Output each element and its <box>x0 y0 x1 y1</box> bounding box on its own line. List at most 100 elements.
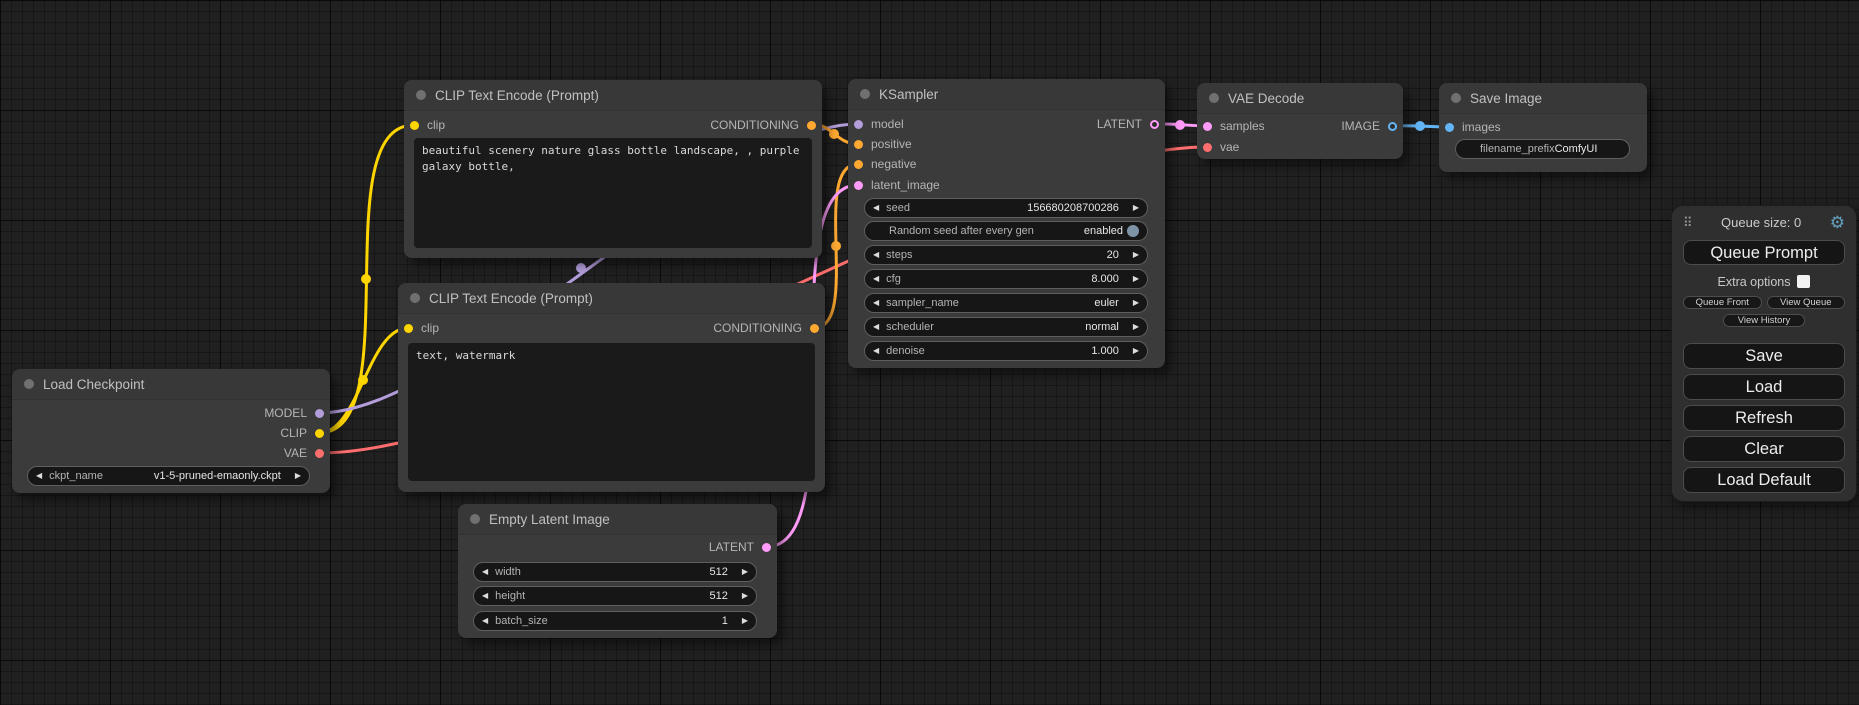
steps-widget[interactable]: ◀ steps 20 ▶ <box>864 245 1148 265</box>
view-history-button[interactable]: View History <box>1723 314 1805 327</box>
collapse-dot-icon[interactable] <box>860 89 870 99</box>
link-midpoint-dot[interactable] <box>361 274 371 284</box>
prev-value-arrow-icon[interactable]: ◀ <box>873 323 879 331</box>
next-value-arrow-icon[interactable]: ▶ <box>1133 275 1139 283</box>
load-button[interactable]: Load <box>1683 374 1845 400</box>
widget-value: enabled <box>1084 225 1123 237</box>
view-queue-button[interactable]: View Queue <box>1767 296 1846 309</box>
conditioning-output-dot[interactable] <box>810 324 819 333</box>
node-empty-latent-image[interactable]: Empty Latent Image LATENT ◀ width 512 ▶ … <box>458 504 777 638</box>
clear-button[interactable]: Clear <box>1683 436 1845 462</box>
clip-output-dot[interactable] <box>315 429 324 438</box>
random-seed-toggle-widget[interactable]: Random seed after every gen enabled <box>864 221 1148 241</box>
image-output-dot[interactable] <box>1388 122 1397 131</box>
prev-value-arrow-icon[interactable]: ◀ <box>482 617 488 625</box>
clip-input-dot[interactable] <box>410 121 419 130</box>
link-midpoint-dot[interactable] <box>1415 121 1425 131</box>
height-widget[interactable]: ◀ height 512 ▶ <box>473 586 757 606</box>
conditioning-output-dot[interactable] <box>807 121 816 130</box>
prev-value-arrow-icon[interactable]: ◀ <box>482 568 488 576</box>
collapse-dot-icon[interactable] <box>24 379 34 389</box>
queue-front-button[interactable]: Queue Front <box>1683 296 1762 309</box>
node-title-bar[interactable]: CLIP Text Encode (Prompt) <box>404 80 822 111</box>
prev-value-arrow-icon[interactable]: ◀ <box>873 251 879 259</box>
negative-prompt-textarea[interactable]: text, watermark <box>408 343 815 481</box>
drag-handle-icon[interactable]: ⠿ <box>1683 216 1693 229</box>
next-value-arrow-icon[interactable]: ▶ <box>1133 323 1139 331</box>
link-midpoint-dot[interactable] <box>576 263 586 273</box>
next-value-arrow-icon[interactable]: ▶ <box>1133 251 1139 259</box>
output-slot-image: IMAGE <box>1341 116 1397 136</box>
next-value-arrow-icon[interactable]: ▶ <box>1133 299 1139 307</box>
node-title-bar[interactable]: Save Image <box>1439 83 1647 114</box>
batch-size-widget[interactable]: ◀ batch_size 1 ▶ <box>473 611 757 631</box>
node-title-bar[interactable]: Load Checkpoint <box>12 369 330 400</box>
queue-menu-panel: ⠿ Queue size: 0 ⚙ Queue Prompt Extra opt… <box>1671 205 1857 502</box>
prev-value-arrow-icon[interactable]: ◀ <box>36 472 42 480</box>
toggle-knob-icon[interactable] <box>1127 225 1139 237</box>
save-button[interactable]: Save <box>1683 343 1845 369</box>
slot-label: vae <box>1220 140 1239 154</box>
latent-output-dot[interactable] <box>762 543 771 552</box>
node-title-bar[interactable]: KSampler <box>848 79 1165 110</box>
refresh-button[interactable]: Refresh <box>1683 405 1845 431</box>
slot-label: images <box>1462 120 1501 134</box>
node-vae-decode[interactable]: VAE Decode samples vae IMAGE <box>1197 83 1403 159</box>
next-value-arrow-icon[interactable]: ▶ <box>742 617 748 625</box>
node-save-image[interactable]: Save Image images filename_prefix ComfyU… <box>1439 83 1647 172</box>
latent-output-dot[interactable] <box>1150 120 1159 129</box>
settings-gear-icon[interactable]: ⚙ <box>1830 214 1845 231</box>
model-output-dot[interactable] <box>315 409 324 418</box>
samples-input-dot[interactable] <box>1203 122 1212 131</box>
vae-input-dot[interactable] <box>1203 143 1212 152</box>
filename-prefix-widget[interactable]: filename_prefix ComfyUI <box>1455 139 1630 159</box>
link-midpoint-dot[interactable] <box>831 241 841 251</box>
node-ksampler[interactable]: KSampler model positive negative latent_… <box>848 79 1165 368</box>
prev-value-arrow-icon[interactable]: ◀ <box>482 592 488 600</box>
ckpt-name-widget[interactable]: ◀ ckpt_name v1-5-pruned-emaonly.ckpt ▶ <box>27 466 310 486</box>
node-title-bar[interactable]: CLIP Text Encode (Prompt) <box>398 283 825 314</box>
latent-image-input-dot[interactable] <box>854 181 863 190</box>
clip-input-dot[interactable] <box>404 324 413 333</box>
node-load-checkpoint[interactable]: Load Checkpoint MODEL CLIP VAE ◀ ckpt_na… <box>12 369 330 493</box>
input-slot-model: model <box>854 114 904 134</box>
extra-options-checkbox[interactable] <box>1797 275 1810 288</box>
link-midpoint-dot[interactable] <box>829 129 839 139</box>
widget-value: 8.000 <box>1091 273 1119 285</box>
node-clip-text-encode-positive[interactable]: CLIP Text Encode (Prompt) clip CONDITION… <box>404 80 822 258</box>
prev-value-arrow-icon[interactable]: ◀ <box>873 275 879 283</box>
collapse-dot-icon[interactable] <box>416 90 426 100</box>
prev-value-arrow-icon[interactable]: ◀ <box>873 299 879 307</box>
next-value-arrow-icon[interactable]: ▶ <box>1133 204 1139 212</box>
collapse-dot-icon[interactable] <box>470 514 480 524</box>
link-midpoint-dot[interactable] <box>1175 120 1185 130</box>
next-value-arrow-icon[interactable]: ▶ <box>742 592 748 600</box>
positive-prompt-textarea[interactable]: beautiful scenery nature glass bottle la… <box>414 138 812 248</box>
output-slot-model: MODEL <box>264 403 324 423</box>
seed-widget[interactable]: ◀ seed 156680208700286 ▶ <box>864 198 1148 218</box>
collapse-dot-icon[interactable] <box>410 293 420 303</box>
vae-output-dot[interactable] <box>315 449 324 458</box>
collapse-dot-icon[interactable] <box>1209 93 1219 103</box>
node-title-bar[interactable]: Empty Latent Image <box>458 504 777 535</box>
positive-input-dot[interactable] <box>854 140 863 149</box>
queue-prompt-button[interactable]: Queue Prompt <box>1683 240 1845 265</box>
prev-value-arrow-icon[interactable]: ◀ <box>873 347 879 355</box>
next-value-arrow-icon[interactable]: ▶ <box>295 472 301 480</box>
link-midpoint-dot[interactable] <box>358 375 368 385</box>
images-input-dot[interactable] <box>1445 123 1454 132</box>
node-title-bar[interactable]: VAE Decode <box>1197 83 1403 114</box>
node-clip-text-encode-negative[interactable]: CLIP Text Encode (Prompt) clip CONDITION… <box>398 283 825 492</box>
cfg-widget[interactable]: ◀ cfg 8.000 ▶ <box>864 269 1148 289</box>
model-input-dot[interactable] <box>854 120 863 129</box>
sampler-name-widget[interactable]: ◀ sampler_name euler ▶ <box>864 293 1148 313</box>
next-value-arrow-icon[interactable]: ▶ <box>1133 347 1139 355</box>
scheduler-widget[interactable]: ◀ scheduler normal ▶ <box>864 317 1148 337</box>
denoise-widget[interactable]: ◀ denoise 1.000 ▶ <box>864 341 1148 361</box>
load-default-button[interactable]: Load Default <box>1683 467 1845 493</box>
collapse-dot-icon[interactable] <box>1451 93 1461 103</box>
width-widget[interactable]: ◀ width 512 ▶ <box>473 562 757 582</box>
next-value-arrow-icon[interactable]: ▶ <box>742 568 748 576</box>
negative-input-dot[interactable] <box>854 160 863 169</box>
prev-value-arrow-icon[interactable]: ◀ <box>873 204 879 212</box>
